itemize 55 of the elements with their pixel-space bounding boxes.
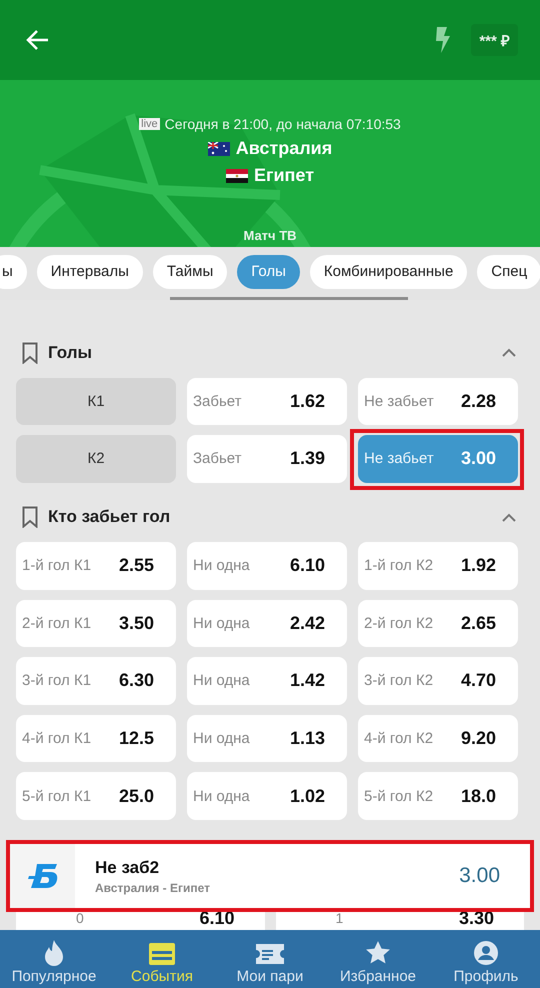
bet-match: Австралия - Египет: [95, 880, 210, 895]
bet-odds: 3.00: [459, 864, 500, 888]
odds-button[interactable]: Не забьет 2.28: [358, 378, 518, 426]
team-name: Австралия: [236, 138, 332, 159]
team-label: К1: [16, 378, 176, 426]
match-time: Сегодня в 21:00, до начала 07:10:53: [164, 116, 401, 132]
nav-tab[interactable]: Мои пари: [216, 930, 324, 988]
tv-channel: Матч ТВ: [243, 228, 297, 243]
chevron-icon[interactable]: [502, 348, 516, 358]
bookmark-icon[interactable]: [22, 342, 38, 364]
odds-button[interactable]: Ни одна 6.10: [187, 542, 347, 590]
back-arrow-icon[interactable]: [26, 29, 50, 51]
team-name: Египет: [254, 165, 314, 186]
odds-button[interactable]: 3-й гол К2 4.70: [358, 657, 518, 705]
odds-button[interactable]: 4-й гол К1 12.5: [16, 714, 176, 762]
nav-tab[interactable]: Популярное: [0, 930, 108, 988]
balance-label[interactable]: *** ₽: [471, 24, 518, 56]
market-title: Голы: [48, 342, 92, 363]
bet-slip[interactable]: Не заб2 Австралия - Египет 3.00: [10, 844, 530, 908]
flame-icon: [44, 940, 64, 966]
odds-button[interactable]: 3-й гол К1 6.30: [16, 657, 176, 705]
market-tab[interactable]: Комбинированные: [310, 254, 468, 288]
market-tab[interactable]: Таймы: [152, 254, 228, 288]
odds-button[interactable]: Ни одна 1.42: [187, 657, 347, 705]
chevron-icon[interactable]: [502, 512, 516, 522]
profile-icon: [473, 940, 499, 966]
odds-button[interactable]: 1-й гол К2 1.92: [358, 542, 518, 590]
odds-button[interactable]: 1-й гол К1 2.55: [16, 542, 176, 590]
nav-tab[interactable]: Избранное: [324, 930, 432, 988]
logo-icon: [28, 864, 58, 888]
bookmark-icon[interactable]: [22, 506, 38, 528]
odds-button[interactable]: Забьет 1.62: [187, 378, 347, 426]
market-tab[interactable]: ы: [0, 254, 27, 288]
star-icon: [365, 940, 391, 966]
lightning-icon[interactable]: [435, 27, 452, 53]
ticket-icon: [255, 942, 285, 966]
flag-icon: [226, 168, 248, 182]
odds-button[interactable]: Забьет 1.39: [187, 435, 347, 483]
odds-button[interactable]: Ни одна 2.42: [187, 600, 347, 648]
odds-button[interactable]: 5-й гол К1 25.0: [16, 772, 176, 820]
market-tab[interactable]: Спец: [477, 254, 540, 288]
live-badge: live: [139, 118, 160, 130]
card-icon: [148, 942, 176, 966]
market-tab[interactable]: Интервалы: [36, 254, 143, 288]
odds-button[interactable]: Ни одна 1.13: [187, 714, 347, 762]
bet-title: Не заб2: [95, 858, 160, 878]
odds-button[interactable]: 4-й гол К2 9.20: [358, 714, 518, 762]
nav-tab[interactable]: События: [108, 930, 216, 988]
odds-button[interactable]: Ни одна 1.02: [187, 772, 347, 820]
odds-button[interactable]: 2-й гол К1 3.50: [16, 600, 176, 648]
market-title: Кто забьет гол: [48, 507, 170, 528]
team-label: К2: [16, 435, 176, 483]
odds-button[interactable]: 5-й гол К2 18.0: [358, 772, 518, 820]
odds-button[interactable]: 2-й гол К2 2.65: [358, 600, 518, 648]
nav-tab[interactable]: Профиль: [432, 930, 540, 988]
